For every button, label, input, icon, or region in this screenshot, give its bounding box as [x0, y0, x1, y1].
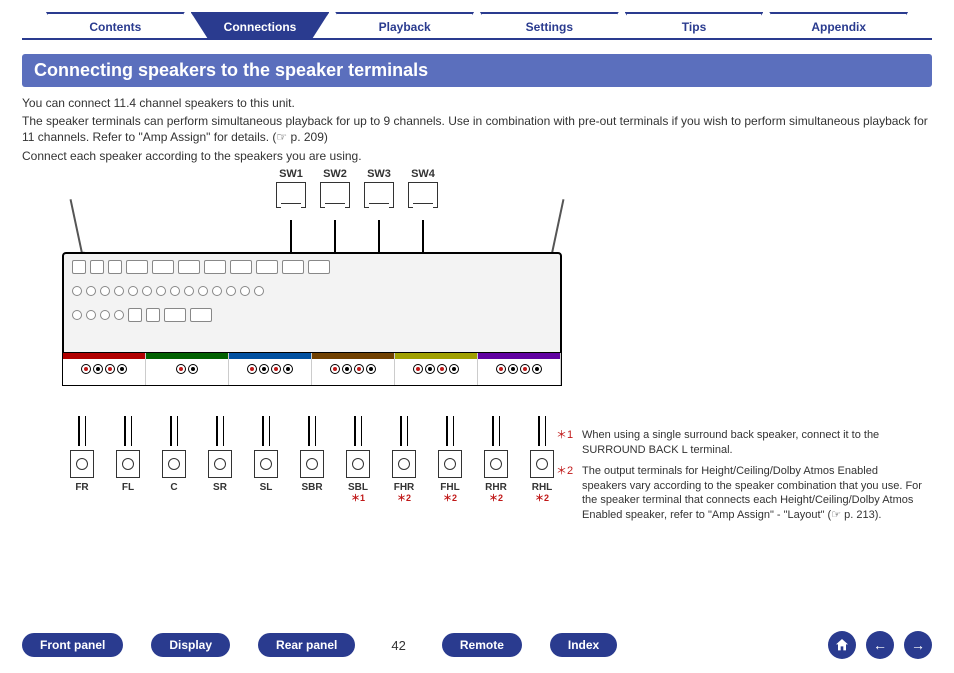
- speaker: FR: [62, 416, 102, 504]
- tab-settings[interactable]: Settings: [480, 12, 619, 38]
- tab-connections[interactable]: Connections: [191, 12, 330, 38]
- speaker: SR: [200, 416, 240, 504]
- tab-label: Tips: [682, 20, 706, 34]
- nav-front-panel[interactable]: Front panel: [22, 633, 123, 657]
- speaker-terminal-strip: [62, 352, 562, 386]
- subwoofer-icon: [364, 182, 394, 208]
- speaker-icon: [300, 450, 324, 478]
- sw-label: SW1: [276, 168, 306, 180]
- speaker-icon: [530, 450, 554, 478]
- page-number: 42: [391, 638, 405, 653]
- speaker: SL: [246, 416, 286, 504]
- prev-page-button[interactable]: ←: [866, 631, 894, 659]
- footnote-text: The output terminals for Height/Ceiling/…: [582, 464, 924, 523]
- home-icon: [834, 637, 850, 653]
- antenna-right-icon: [550, 199, 564, 258]
- terminal-block: [146, 353, 229, 385]
- speaker-icon: [208, 450, 232, 478]
- subwoofer-icon: [276, 182, 306, 208]
- intro-line-1: You can connect 11.4 channel speakers to…: [22, 95, 932, 111]
- subwoofer-icon: [320, 182, 350, 208]
- speaker-row: FR FL C SR SL SBR SBL＊1 FHR＊2 FHL＊2 RHR＊…: [62, 416, 562, 504]
- tab-tips[interactable]: Tips: [625, 12, 764, 38]
- tab-label: Connections: [224, 20, 297, 34]
- intro-line-2: The speaker terminals can perform simult…: [22, 113, 932, 145]
- speaker: FHR＊2: [384, 416, 424, 504]
- tab-label: Playback: [379, 20, 431, 34]
- subwoofer-row: SW1 SW2 SW3 SW4: [276, 168, 438, 208]
- antenna-left-icon: [70, 199, 84, 258]
- footnote-mark: ＊2: [556, 464, 576, 523]
- terminal-block: [63, 353, 146, 385]
- speaker-icon: [346, 450, 370, 478]
- bottom-nav: Front panel Display Rear panel 42 Remote…: [22, 631, 932, 659]
- subwoofer: SW4: [408, 168, 438, 208]
- page-ref-icon: [276, 130, 290, 144]
- terminal-block: [229, 353, 312, 385]
- footnote-text: When using a single surround back speake…: [582, 428, 924, 458]
- top-tab-bar: Contents Connections Playback Settings T…: [22, 12, 932, 40]
- home-button[interactable]: [828, 631, 856, 659]
- next-page-button[interactable]: →: [904, 631, 932, 659]
- arrow-right-icon: →: [911, 637, 925, 653]
- tab-label: Settings: [526, 20, 573, 34]
- sw-label: SW2: [320, 168, 350, 180]
- tab-label: Appendix: [811, 20, 866, 34]
- tab-contents[interactable]: Contents: [46, 12, 185, 38]
- speaker: FL: [108, 416, 148, 504]
- footnote-mark: ＊1: [556, 428, 576, 458]
- subwoofer: SW1: [276, 168, 306, 208]
- speaker-icon: [392, 450, 416, 478]
- speaker: RHR＊2: [476, 416, 516, 504]
- nav-index[interactable]: Index: [550, 633, 617, 657]
- speaker: C: [154, 416, 194, 504]
- speaker: FHL＊2: [430, 416, 470, 504]
- sw-label: SW4: [408, 168, 438, 180]
- subwoofer: SW3: [364, 168, 394, 208]
- sw-label: SW3: [364, 168, 394, 180]
- speaker-icon: [254, 450, 278, 478]
- footnote-1: ＊1 When using a single surround back spe…: [556, 428, 924, 458]
- terminal-block: [312, 353, 395, 385]
- speaker-icon: [162, 450, 186, 478]
- tab-appendix[interactable]: Appendix: [769, 12, 908, 38]
- terminal-block: [478, 353, 561, 385]
- intro-line-3: Connect each speaker according to the sp…: [22, 148, 932, 164]
- tab-playback[interactable]: Playback: [335, 12, 474, 38]
- tab-label: Contents: [89, 20, 141, 34]
- arrow-left-icon: ←: [873, 637, 887, 653]
- subwoofer-icon: [408, 182, 438, 208]
- subwoofer: SW2: [320, 168, 350, 208]
- terminal-block: [395, 353, 478, 385]
- speaker-icon: [70, 450, 94, 478]
- nav-rear-panel[interactable]: Rear panel: [258, 633, 355, 657]
- nav-display[interactable]: Display: [151, 633, 230, 657]
- speaker-icon: [438, 450, 462, 478]
- page-ref-icon: [831, 509, 844, 521]
- section-heading: Connecting speakers to the speaker termi…: [22, 54, 932, 87]
- footnote-2: ＊2 The output terminals for Height/Ceili…: [556, 464, 924, 523]
- footnotes: ＊1 When using a single surround back spe…: [556, 428, 924, 529]
- speaker: SBR: [292, 416, 332, 504]
- speaker: SBL＊1: [338, 416, 378, 504]
- nav-remote[interactable]: Remote: [442, 633, 522, 657]
- intro-text: You can connect 11.4 channel speakers to…: [22, 95, 932, 164]
- speaker-icon: [116, 450, 140, 478]
- speaker-icon: [484, 450, 508, 478]
